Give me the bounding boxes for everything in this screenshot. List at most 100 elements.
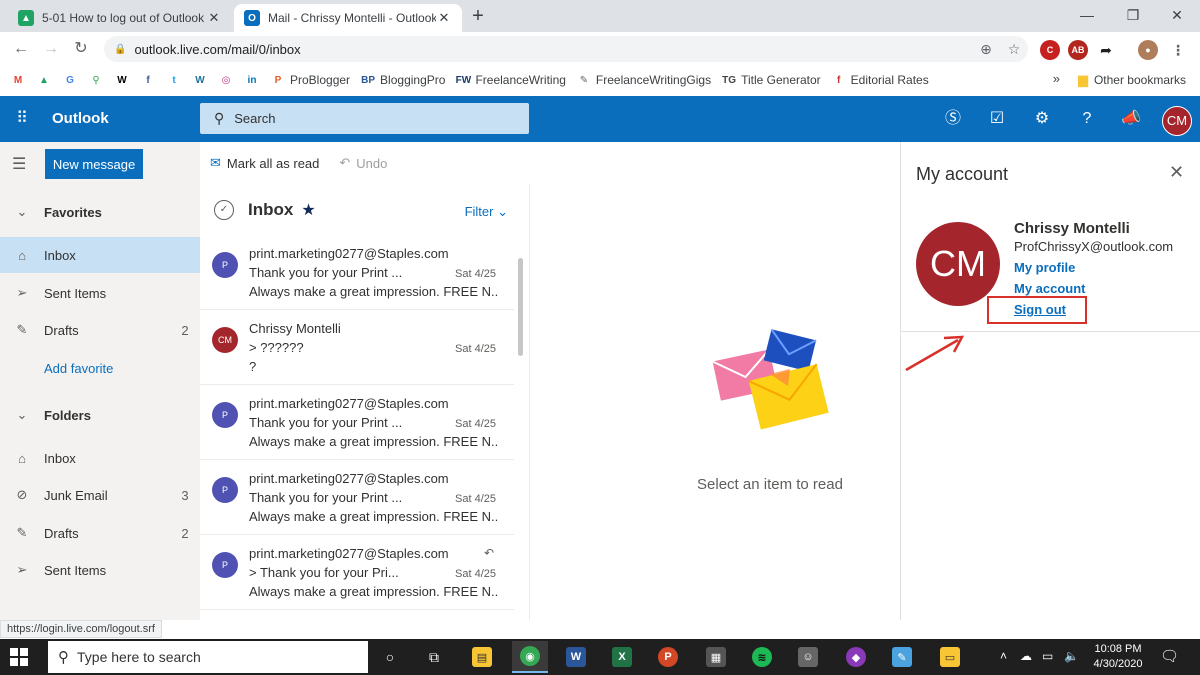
bookmark-label: FreelanceWriting: [475, 73, 566, 87]
bookmark-item[interactable]: BP BloggingPro: [360, 72, 445, 88]
hamburger-menu-icon[interactable]: ☰: [12, 154, 26, 174]
cloud-icon[interactable]: ☁: [1020, 649, 1032, 663]
cortana-icon[interactable]: ○: [372, 641, 408, 673]
bookmark-item[interactable]: P ProBlogger: [270, 72, 350, 88]
file-explorer-icon[interactable]: ▤: [464, 641, 500, 673]
add-icon[interactable]: ⊕: [972, 41, 1000, 58]
tab-outlook-mail[interactable]: O Mail - Chrissy Montelli - Outlook ✕: [234, 4, 462, 32]
favorite-star-icon[interactable]: ★: [301, 200, 315, 220]
header-avatar[interactable]: CM: [1162, 106, 1192, 136]
nav-item-inbox[interactable]: ⌂ Inbox: [0, 440, 200, 476]
undo-button[interactable]: ↶ Undo: [339, 155, 387, 171]
close-icon[interactable]: ✕: [1169, 162, 1184, 183]
close-tab-icon[interactable]: ✕: [206, 10, 222, 26]
new-message-button[interactable]: New message: [45, 149, 143, 179]
windows-start-icon[interactable]: [10, 648, 28, 666]
profile-avatar-icon[interactable]: ●: [1138, 40, 1158, 60]
chrome-icon[interactable]: ◉: [512, 641, 548, 673]
tray-chevron-icon[interactable]: ˄: [1000, 649, 1007, 663]
notifications-icon[interactable]: 🗨: [1160, 647, 1179, 665]
task-view-icon[interactable]: ⧉: [416, 641, 452, 673]
bookmark-item[interactable]: in: [244, 72, 260, 88]
nav-item-junk[interactable]: ⊘ Junk Email 3: [0, 477, 200, 513]
folder-app-icon[interactable]: ▭: [932, 641, 968, 673]
message-list-scrollbar[interactable]: [518, 258, 523, 356]
nav-item-sent[interactable]: ➢ Sent Items: [0, 552, 200, 588]
message-row[interactable]: Pprint.marketing0277@Staples.com Thank yo…: [200, 461, 514, 535]
add-favorite-link[interactable]: Add favorite: [0, 350, 200, 386]
extension-icon[interactable]: C: [1040, 40, 1060, 60]
message-sender: Chrissy Montelli: [249, 321, 341, 336]
message-row[interactable]: Pprint.marketing0277@Staples.com > Thank …: [200, 536, 514, 610]
more-bookmarks-chevron[interactable]: »: [1053, 71, 1060, 86]
bookmark-item[interactable]: t: [166, 72, 182, 88]
todo-icon[interactable]: ☑: [986, 108, 1008, 130]
help-icon[interactable]: ?: [1076, 108, 1098, 130]
volume-icon[interactable]: 🔈: [1064, 649, 1079, 663]
menu-dots-icon[interactable]: ⋮: [1168, 40, 1188, 60]
bookmark-item[interactable]: ⚲: [88, 72, 104, 88]
close-window-icon[interactable]: ✕: [1154, 0, 1200, 30]
word-icon[interactable]: W: [558, 641, 594, 673]
bookmark-star-icon[interactable]: ☆: [1000, 41, 1028, 58]
app-launcher-icon[interactable]: ⠿: [12, 109, 32, 129]
bookmark-item[interactable]: ◎: [218, 72, 234, 88]
search-input[interactable]: ⚲ Search: [200, 103, 529, 134]
feedback-megaphone-icon[interactable]: 📣: [1120, 108, 1142, 130]
outlook-brand[interactable]: Outlook: [52, 110, 109, 127]
bookmark-item[interactable]: W: [192, 72, 208, 88]
people-icon[interactable]: ☺: [790, 641, 826, 673]
powerpoint-icon[interactable]: P: [650, 641, 686, 673]
minimize-icon[interactable]: —: [1064, 0, 1110, 30]
address-url[interactable]: outlook.live.com/mail/0/inbox: [134, 42, 972, 57]
calculator-icon[interactable]: ▦: [698, 641, 734, 673]
mark-all-read-button[interactable]: ✉ Mark all as read: [210, 155, 319, 171]
bookmark-item[interactable]: ▲: [36, 72, 52, 88]
message-row[interactable]: CM Chrissy Montelli > ?????? Sat 4/25?: [200, 311, 514, 385]
close-tab-icon[interactable]: ✕: [436, 10, 452, 26]
message-row[interactable]: CMChrissy Montelli: [200, 611, 514, 620]
pencil-icon: ✎: [16, 525, 28, 540]
bookmark-item[interactable]: W: [114, 72, 130, 88]
tab-how-to-log-out[interactable]: ▲ 5-01 How to log out of Outlook ✕: [8, 4, 232, 32]
bookmark-item[interactable]: f: [140, 72, 156, 88]
nav-item-fav-drafts[interactable]: ✎ Drafts 2: [0, 312, 200, 348]
new-tab-button[interactable]: +: [466, 6, 490, 28]
bookmark-item[interactable]: ✎ FreelanceWritingGigs: [576, 72, 711, 88]
forward-arrow-icon[interactable]: →: [40, 38, 62, 60]
settings-gear-icon[interactable]: ⚙: [1031, 108, 1053, 130]
share-arrow-icon[interactable]: ➦: [1096, 40, 1116, 60]
battery-icon[interactable]: ▭: [1042, 649, 1053, 663]
folders-header[interactable]: ⌄ Folders: [0, 397, 200, 433]
nav-item-fav-inbox[interactable]: ⌂ Inbox: [0, 237, 200, 273]
excel-icon[interactable]: X: [604, 641, 640, 673]
paint-drop-icon[interactable]: ◆: [838, 641, 874, 673]
bookmark-item[interactable]: M: [10, 72, 26, 88]
taskbar-search-input[interactable]: ⚲ Type here to search: [48, 641, 368, 673]
extension-icon[interactable]: AB: [1068, 40, 1088, 60]
paint-palette-icon[interactable]: ✎: [884, 641, 920, 673]
favorites-header[interactable]: ⌄ Favorites: [0, 194, 200, 230]
maximize-icon[interactable]: ❐: [1110, 0, 1156, 30]
bookmark-item[interactable]: FW FreelanceWriting: [455, 72, 566, 88]
message-date: Sat 4/25: [455, 343, 496, 355]
nav-item-drafts[interactable]: ✎ Drafts 2: [0, 515, 200, 551]
select-all-check-icon[interactable]: ✓: [214, 200, 234, 220]
bookmark-item[interactable]: TG Title Generator: [721, 72, 821, 88]
nav-item-fav-sent[interactable]: ➢ Sent Items: [0, 275, 200, 311]
message-row[interactable]: Pprint.marketing0277@Staples.com Thank yo…: [200, 386, 514, 460]
taskbar-clock[interactable]: 10:08 PM 4/30/2020: [1090, 642, 1146, 672]
my-account-link[interactable]: My account: [1014, 281, 1086, 296]
spotify-icon[interactable]: ≋: [744, 641, 780, 673]
my-profile-link[interactable]: My profile: [1014, 260, 1075, 275]
back-arrow-icon[interactable]: ←: [10, 38, 32, 60]
skype-icon[interactable]: Ⓢ: [942, 108, 964, 130]
message-row[interactable]: Pprint.marketing0277@Staples.com Thank yo…: [200, 236, 514, 310]
bookmark-item[interactable]: G: [62, 72, 78, 88]
address-bar[interactable]: 🔒 outlook.live.com/mail/0/inbox ⊕ ☆: [104, 36, 1028, 62]
filter-button[interactable]: Filter ⌄: [465, 204, 508, 220]
reload-icon[interactable]: ↻: [70, 38, 92, 60]
bookmark-item[interactable]: f Editorial Rates: [831, 72, 929, 88]
account-email: ProfChrissyX@outlook.com: [1014, 239, 1174, 254]
other-bookmarks-folder[interactable]: ▆ Other bookmarks: [1078, 72, 1186, 88]
